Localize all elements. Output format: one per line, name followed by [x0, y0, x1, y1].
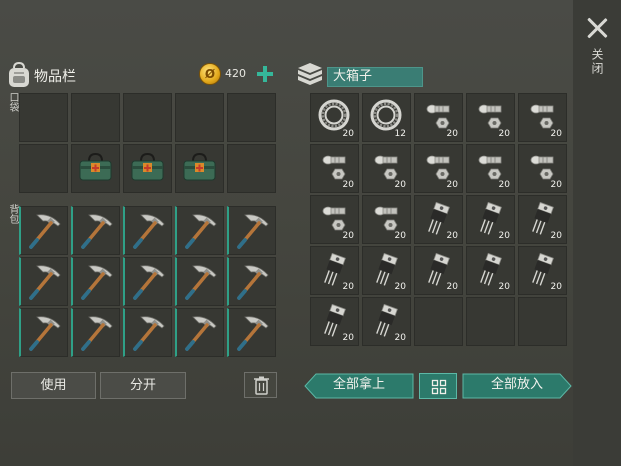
chest-name-field[interactable]: 大箱子: [327, 67, 423, 87]
chest-slot[interactable]: [466, 297, 515, 346]
item-quantity: 20: [394, 333, 406, 343]
chest-slot[interactable]: 20: [518, 195, 567, 244]
chest-slot[interactable]: 20: [362, 195, 411, 244]
pocket-slot[interactable]: [71, 144, 120, 193]
chest-slot[interactable]: 20: [414, 246, 463, 295]
item-quantity: 20: [446, 231, 458, 241]
item-quantity: 20: [446, 129, 458, 139]
item-quantity: 20: [550, 231, 562, 241]
take-all-button[interactable]: 全部拿上: [304, 373, 414, 399]
chest-slot[interactable]: 20: [414, 144, 463, 193]
item-quantity: 20: [550, 282, 562, 292]
chest-slot[interactable]: 20: [310, 93, 359, 142]
backpack-slot[interactable]: [71, 308, 120, 357]
backpack-slot[interactable]: [71, 206, 120, 255]
backpack-slot[interactable]: [19, 308, 68, 357]
item-quantity: 20: [446, 180, 458, 190]
split-button[interactable]: 分开: [100, 372, 186, 399]
backpack-slot[interactable]: [175, 308, 224, 357]
pocket-slot[interactable]: [71, 93, 120, 142]
item-quantity: 20: [394, 282, 406, 292]
backpack-slot[interactable]: [175, 206, 224, 255]
pocket-slot[interactable]: [123, 144, 172, 193]
item-quantity: 20: [498, 282, 510, 292]
close-icon[interactable]: [585, 16, 609, 40]
pocket-slot[interactable]: [175, 93, 224, 142]
chest-icon: [296, 61, 324, 87]
put-all-button[interactable]: 全部放入: [462, 373, 572, 399]
item-quantity: 20: [342, 231, 354, 241]
chest-slot[interactable]: 20: [466, 144, 515, 193]
item-quantity: 20: [446, 282, 458, 292]
pocket-slot[interactable]: [19, 93, 68, 142]
chest-slot[interactable]: 20: [466, 246, 515, 295]
chest-slot[interactable]: 20: [518, 246, 567, 295]
backpack-slot[interactable]: [123, 257, 172, 306]
chest-slot[interactable]: 20: [466, 93, 515, 142]
item-quantity: 20: [394, 180, 406, 190]
chest-slot[interactable]: 20: [362, 297, 411, 346]
pocket-slot[interactable]: [227, 144, 276, 193]
item-quantity: 20: [342, 180, 354, 190]
take-all-label: 全部拿上: [332, 377, 385, 392]
inventory-title: 物品栏: [34, 69, 76, 85]
item-quantity: 20: [498, 129, 510, 139]
backpack-slot[interactable]: [123, 206, 172, 255]
sort-grid-button[interactable]: [419, 373, 457, 399]
backpack-slot[interactable]: [227, 206, 276, 255]
backpack-slot[interactable]: [71, 257, 120, 306]
pocket-slot[interactable]: [123, 93, 172, 142]
chest-slot[interactable]: 12: [362, 93, 411, 142]
item-quantity: 20: [342, 129, 354, 139]
backpack-slot[interactable]: [227, 257, 276, 306]
chest-slot[interactable]: 20: [362, 246, 411, 295]
pocket-label: 口袋: [7, 92, 18, 112]
chest-slot[interactable]: 20: [310, 144, 359, 193]
backpack-slot[interactable]: [175, 257, 224, 306]
item-quantity: 20: [498, 231, 510, 241]
use-button[interactable]: 使用: [11, 372, 96, 399]
backpack-slot[interactable]: [19, 206, 68, 255]
item-quantity: 20: [550, 180, 562, 190]
backpack-slot[interactable]: [227, 308, 276, 357]
trash-icon: [254, 376, 269, 395]
chest-slot[interactable]: 20: [362, 144, 411, 193]
close-label[interactable]: 关闭: [588, 48, 606, 76]
chest-slot[interactable]: 20: [466, 195, 515, 244]
add-coins-button[interactable]: [256, 65, 274, 83]
chest-slot[interactable]: 20: [310, 246, 359, 295]
item-quantity: 20: [342, 282, 354, 292]
backpack-slot[interactable]: [19, 257, 68, 306]
chest-slot[interactable]: 20: [414, 195, 463, 244]
chest-slot[interactable]: 20: [518, 93, 567, 142]
backpack-icon: [5, 61, 33, 88]
chest-slot[interactable]: 20: [414, 93, 463, 142]
backpack-slot[interactable]: [123, 308, 172, 357]
item-quantity: 20: [550, 129, 562, 139]
chest-slot[interactable]: 20: [310, 297, 359, 346]
pocket-slot[interactable]: [175, 144, 224, 193]
chest-slot[interactable]: [518, 297, 567, 346]
backpack-label: 背包: [7, 204, 18, 224]
grid-icon: [431, 379, 447, 395]
item-quantity: 20: [342, 333, 354, 343]
coin-icon: Ø: [199, 63, 221, 85]
item-quantity: 20: [498, 180, 510, 190]
coin-count: 420: [225, 67, 246, 80]
trash-button[interactable]: [244, 372, 277, 398]
chest-slot[interactable]: 20: [518, 144, 567, 193]
item-quantity: 20: [394, 231, 406, 241]
item-quantity: 12: [394, 129, 406, 139]
pocket-slot[interactable]: [19, 144, 68, 193]
put-all-label: 全部放入: [490, 377, 543, 392]
chest-slot[interactable]: 20: [310, 195, 359, 244]
chest-slot[interactable]: [414, 297, 463, 346]
pocket-slot[interactable]: [227, 93, 276, 142]
